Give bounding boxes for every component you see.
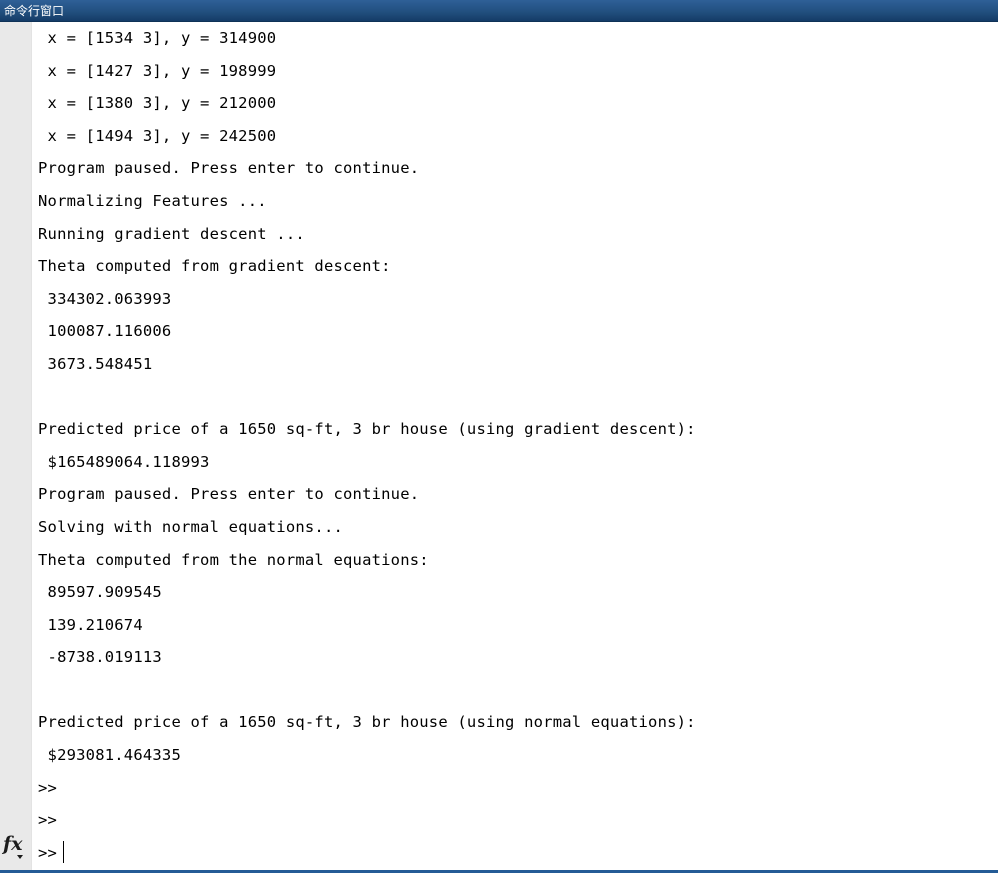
fx-icon-label: fx [3,833,23,855]
active-prompt-line[interactable]: >> [38,837,998,870]
console-line: Solving with normal equations... [38,517,344,536]
console-line: 100087.116006 [38,322,172,341]
command-window: 命令行窗口 fx x = [1534 3], y = 314900 x = [1… [0,0,998,873]
chevron-down-icon[interactable] [17,855,23,859]
window-title: 命令行窗口 [4,3,65,18]
console-line: Program paused. Press enter to continue. [38,159,420,178]
console-line: Running gradient descent ... [38,224,305,243]
console-line: x = [1534 3], y = 314900 [38,29,277,47]
fx-icon[interactable]: fx [3,834,31,860]
console-line: >> [38,811,58,830]
console-line: Program paused. Press enter to continue. [38,485,420,504]
console-line: x = [1494 3], y = 242500 [38,126,277,145]
console-line: x = [1380 3], y = 212000 [38,94,277,113]
prompt-gutter [0,22,32,870]
text-cursor [63,840,65,863]
console-line: -8738.019113 [38,648,162,667]
console-line: 3673.548451 [38,354,153,373]
console-output-area[interactable]: fx x = [1534 3], y = 314900 x = [1427 3]… [0,22,998,873]
console-line: Predicted price of a 1650 sq-ft, 3 br ho… [38,713,696,732]
console-text: x = [1534 3], y = 314900 x = [1427 3], y… [38,22,998,870]
console-line: Theta computed from gradient descent: [38,257,391,276]
console-line: Theta computed from the normal equations… [38,550,429,569]
console-line: 89597.909545 [38,583,162,602]
prompt-symbol: >> [38,843,58,862]
title-bar[interactable]: 命令行窗口 [0,0,998,22]
console-line: >> [38,778,58,797]
console-line: Normalizing Features ... [38,191,267,210]
console-line: Predicted price of a 1650 sq-ft, 3 br ho… [38,420,696,439]
console-line: x = [1427 3], y = 198999 [38,61,277,80]
console-line: 334302.063993 [38,289,172,308]
console-line: $165489064.118993 [38,452,210,471]
console-line: 139.210674 [38,615,143,634]
console-line: $293081.464335 [38,746,181,765]
